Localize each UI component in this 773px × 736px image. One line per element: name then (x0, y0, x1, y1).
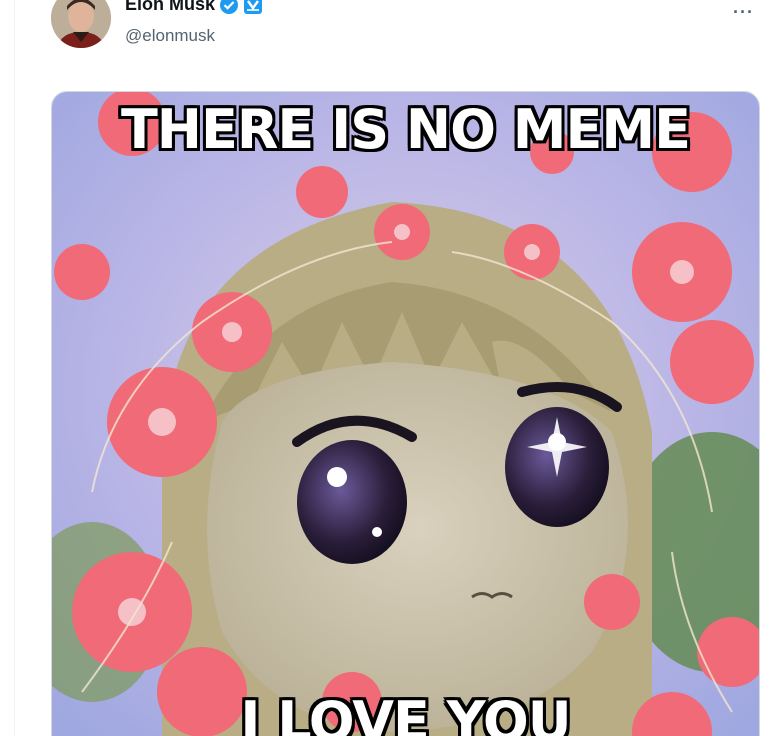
tweet-media-image[interactable]: THERE IS NO MEME I LOVE YOU (51, 91, 760, 736)
affiliate-badge-icon[interactable] (243, 0, 263, 15)
author-name[interactable]: Elon Musk (125, 0, 215, 15)
author-handle[interactable]: @elonmusk (125, 26, 215, 46)
more-options-icon[interactable]: ··· (733, 2, 754, 23)
avatar-image (51, 0, 111, 48)
tweet-card: Elon Musk @elonmusk ··· THERE IS NO MEME… (14, 0, 773, 736)
meme-bottom-text: I LOVE YOU (240, 690, 571, 736)
author-avatar[interactable] (51, 0, 111, 48)
author-name-row: Elon Musk (125, 0, 263, 15)
meme-top-text: THERE IS NO MEME (120, 98, 691, 161)
meme-illustration (52, 92, 759, 736)
verified-badge-icon (220, 0, 239, 14)
